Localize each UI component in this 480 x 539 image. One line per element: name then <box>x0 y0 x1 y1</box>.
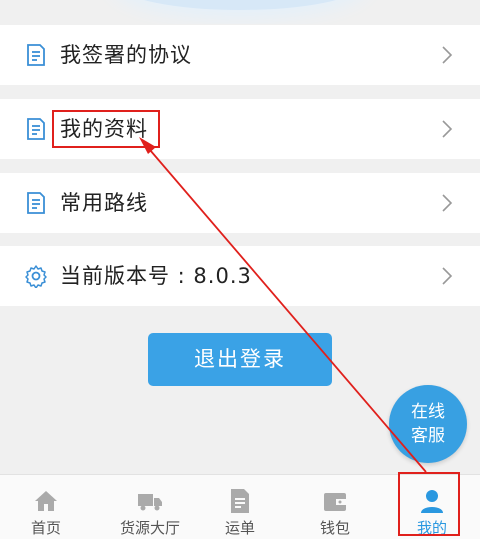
annotation-arrow <box>139 137 427 473</box>
